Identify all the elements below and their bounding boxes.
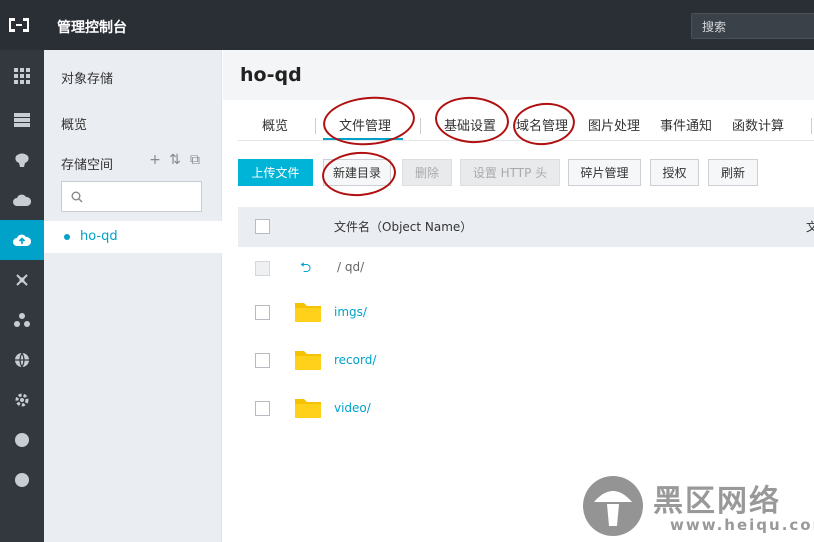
product-icon-rail — [0, 50, 44, 542]
sort-icon[interactable]: ⇅ — [169, 152, 181, 168]
rail-item-database[interactable] — [0, 100, 44, 140]
network-icon — [16, 274, 28, 286]
folder-name-link[interactable]: record/ — [334, 353, 376, 367]
select-all-checkbox[interactable] — [255, 219, 270, 234]
dot-icon — [15, 473, 29, 487]
column-header-truncated: 文 — [806, 220, 814, 234]
cluster-icon — [14, 313, 30, 327]
row-checkbox[interactable] — [255, 401, 270, 416]
tab-divider — [420, 118, 421, 134]
watermark-text: 黑区网络 — [653, 484, 781, 519]
main-content: ho-qd 概览 文件管理 基础设置 域名管理 图片处理 事件通知 函数计算 上… — [223, 50, 814, 542]
upload-file-button[interactable]: 上传文件 — [238, 159, 313, 186]
row-checkbox[interactable] — [255, 305, 270, 320]
tab-image-processing[interactable]: 图片处理 — [588, 115, 640, 134]
folder-icon — [295, 303, 321, 322]
add-bucket-icon[interactable]: + — [149, 152, 161, 168]
search-icon — [71, 191, 83, 203]
aliyun-logo-icon[interactable] — [6, 15, 32, 35]
dot-icon — [15, 433, 29, 447]
global-search-input[interactable]: 搜索 — [691, 13, 814, 39]
table-header: 文件名（Object Name） 文 — [238, 207, 814, 247]
folder-name-link[interactable]: imgs/ — [334, 305, 367, 319]
column-header-name[interactable]: 文件名（Object Name） — [334, 218, 472, 235]
rail-item-network[interactable] — [0, 260, 44, 300]
bucket-name: ho-qd — [80, 229, 118, 244]
watermark-url: www.heiqu.com — [670, 516, 814, 534]
sidebar-item-overview[interactable]: 概览 — [61, 114, 87, 133]
folder-name-link[interactable]: video/ — [334, 401, 371, 415]
tab-overview[interactable]: 概览 — [262, 115, 288, 134]
active-tab-indicator — [323, 138, 403, 140]
current-path: / qd/ — [337, 260, 365, 274]
back-icon[interactable]: ⮌ — [300, 257, 311, 281]
rail-item-globe[interactable] — [0, 340, 44, 380]
gear-icon — [15, 393, 29, 407]
cloud-upload-icon — [13, 234, 31, 246]
delete-button[interactable]: 删除 — [402, 159, 452, 186]
refresh-button[interactable]: 刷新 — [708, 159, 758, 186]
new-directory-button[interactable]: 新建目录 — [323, 159, 391, 186]
tab-event-notification[interactable]: 事件通知 — [660, 115, 712, 134]
authorize-button[interactable]: 授权 — [650, 159, 699, 186]
rail-item-cloud[interactable] — [0, 180, 44, 220]
cloud-icon — [13, 194, 31, 206]
rail-item-settings[interactable] — [0, 380, 44, 420]
database-icon — [14, 113, 30, 127]
tabs-rule — [238, 140, 814, 141]
active-dot-icon — [64, 234, 70, 240]
watermark-logo-icon — [583, 476, 643, 536]
sidebar-title: 对象存储 — [61, 72, 114, 87]
set-http-header-button[interactable]: 设置 HTTP 头 — [460, 159, 560, 186]
table-row[interactable]: imgs/ — [238, 288, 814, 336]
globe-icon — [15, 352, 29, 368]
rail-item-grid[interactable] — [0, 56, 44, 96]
table-row[interactable]: video/ — [238, 384, 814, 432]
row-checkbox[interactable] — [255, 353, 270, 368]
fragment-management-button[interactable]: 碎片管理 — [568, 159, 641, 186]
rail-item-cluster[interactable] — [0, 300, 44, 340]
folder-icon — [295, 399, 321, 418]
page-title: ho-qd — [240, 64, 302, 86]
rail-item-misc-1[interactable] — [0, 420, 44, 460]
tab-divider — [315, 118, 316, 134]
watermark: 黑区网络 www.heiqu.com — [578, 470, 814, 542]
bucket-search-input[interactable] — [61, 181, 202, 212]
sidebar-buckets-label: 存储空间 — [61, 158, 114, 173]
tab-file-management[interactable]: 文件管理 — [339, 115, 391, 134]
brain-icon — [15, 153, 29, 167]
tab-basic-settings[interactable]: 基础设置 — [444, 115, 496, 134]
oss-sidebar: 对象存储 概览 存储空间 + ⇅ ⧉ ho-qd — [44, 50, 222, 542]
bucket-tools: + ⇅ ⧉ — [149, 152, 201, 168]
tab-divider — [811, 118, 812, 134]
top-bar: 管理控制台 搜索 — [0, 0, 814, 50]
bucket-header: ho-qd — [223, 50, 814, 100]
app-title[interactable]: 管理控制台 — [57, 17, 127, 37]
rail-item-brain[interactable] — [0, 140, 44, 180]
row-checkbox — [255, 261, 270, 276]
folder-icon — [295, 351, 321, 370]
rail-item-misc-2[interactable] — [0, 460, 44, 500]
sidebar-item-bucket[interactable]: ho-qd — [44, 221, 222, 253]
tab-domain-management[interactable]: 域名管理 — [516, 115, 568, 134]
table-row[interactable]: record/ — [238, 336, 814, 384]
grid-icon — [14, 68, 30, 84]
open-external-icon[interactable]: ⧉ — [189, 152, 201, 168]
tab-function-compute[interactable]: 函数计算 — [732, 115, 784, 134]
rail-item-oss[interactable] — [0, 220, 44, 260]
